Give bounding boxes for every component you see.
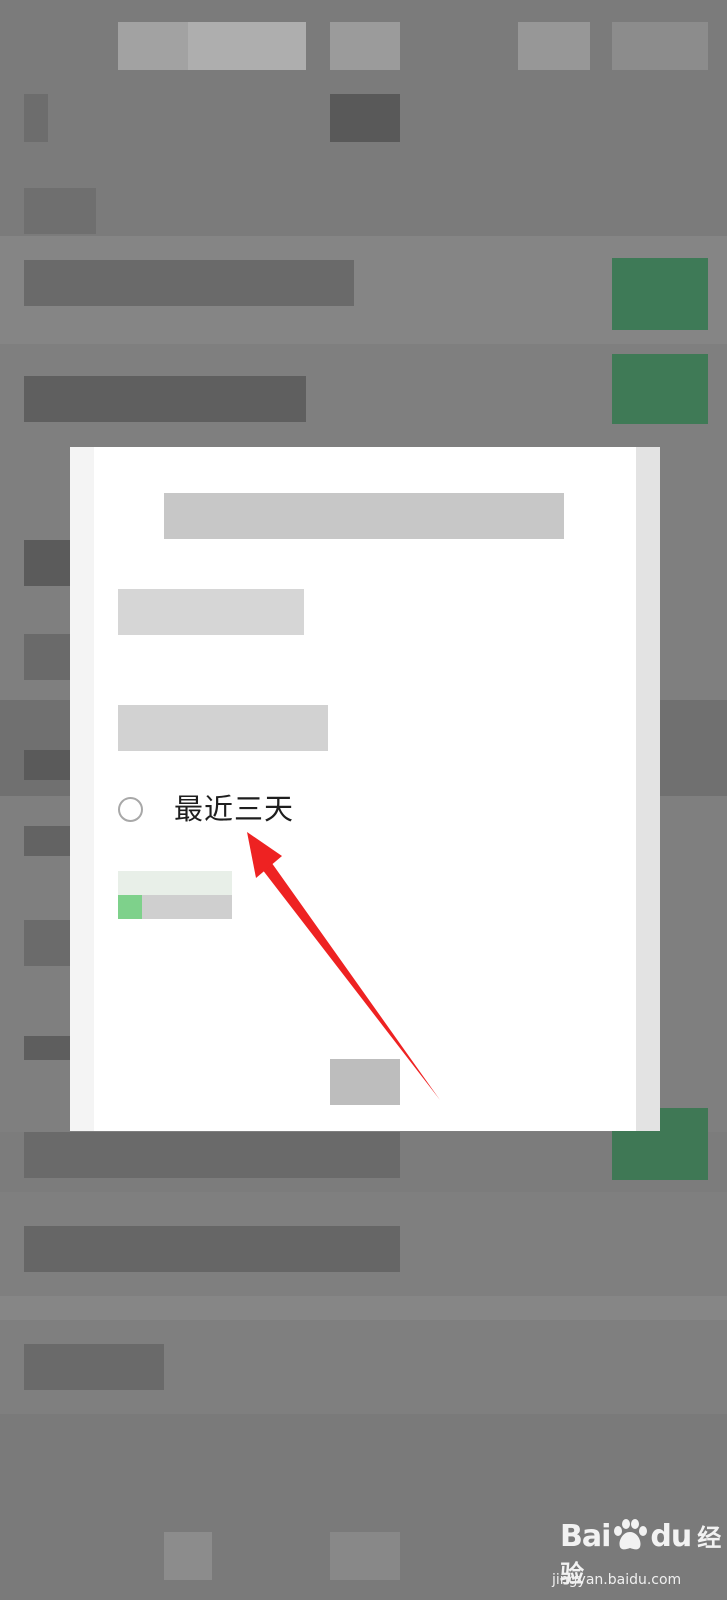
blurred-block: [24, 920, 70, 966]
watermark-site: jingyan.baidu.com: [552, 1572, 682, 1588]
dialog-edge: [636, 447, 660, 1131]
blurred-block: [24, 260, 354, 306]
option-4-label-blurred[interactable]: [142, 895, 232, 919]
blurred-block: [24, 1036, 70, 1060]
option-4-top-blurred: [118, 871, 232, 895]
dialog-title-blurred: [164, 493, 564, 539]
option-4-radio-selected-blurred[interactable]: [118, 895, 142, 919]
blurred-block: [24, 188, 96, 234]
option-3-radio[interactable]: [118, 797, 143, 822]
blurred-green-block: [612, 258, 708, 330]
blurred-block: [24, 750, 70, 780]
watermark-du: du: [650, 1519, 692, 1554]
blurred-block: [330, 22, 400, 70]
baidu-paw-icon: [614, 1519, 648, 1550]
blurred-block: [24, 376, 306, 422]
blurred-block: [24, 634, 70, 680]
blurred-block: [24, 1344, 164, 1390]
blurred-block: [330, 1532, 400, 1580]
screen: 最近三天 Bai du 经验 jingyan.baidu.com: [0, 0, 727, 1600]
time-range-dialog: 最近三天: [70, 447, 660, 1131]
dialog-edge: [70, 447, 94, 1131]
watermark-bai: Bai: [560, 1519, 611, 1554]
option-1-blurred[interactable]: [118, 589, 304, 635]
baidu-jingyan-watermark: Bai du 经验 jingyan.baidu.com: [552, 1516, 724, 1596]
blurred-block: [24, 826, 70, 856]
confirm-button-blurred[interactable]: [330, 1059, 400, 1105]
option-3-label[interactable]: 最近三天: [174, 790, 294, 828]
blurred-block: [24, 540, 70, 586]
blurred-block: [24, 1226, 400, 1272]
option-2-blurred[interactable]: [118, 705, 328, 751]
blurred-block: [164, 1532, 212, 1580]
blurred-block: [188, 22, 306, 70]
blurred-block: [518, 22, 590, 70]
blurred-green-block: [612, 354, 708, 424]
blurred-block: [612, 22, 708, 70]
blurred-block: [118, 22, 188, 70]
blurred-block: [24, 94, 48, 142]
blurred-block: [330, 94, 400, 142]
divider-blurred: [0, 1296, 727, 1320]
blurred-block: [24, 1132, 400, 1178]
